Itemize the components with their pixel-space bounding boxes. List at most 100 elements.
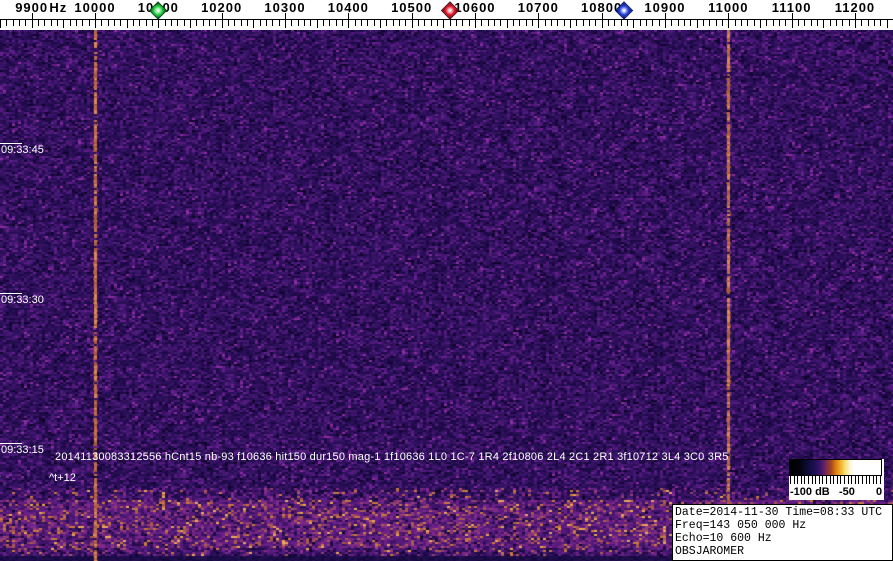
freq-tick xyxy=(665,13,666,28)
freq-tick xyxy=(304,19,305,26)
freq-tick xyxy=(443,19,444,28)
freq-tick xyxy=(19,19,20,26)
freq-tick xyxy=(747,19,748,26)
freq-tick xyxy=(678,19,679,26)
waterfall-display xyxy=(0,30,893,561)
freq-tick xyxy=(684,19,685,26)
freq-tick xyxy=(133,19,134,26)
freq-tick xyxy=(25,19,26,26)
freq-tick xyxy=(70,19,71,26)
freq-tick xyxy=(418,19,419,26)
freq-tick xyxy=(386,19,387,26)
freq-tick xyxy=(614,19,615,26)
time-label: 09:33:45 xyxy=(1,144,44,156)
db-color-legend: -100 dB-500 xyxy=(789,459,884,500)
freq-tick xyxy=(861,19,862,26)
freq-tick xyxy=(627,19,628,26)
freq-tick xyxy=(741,19,742,26)
freq-tick xyxy=(152,19,153,26)
freq-tick xyxy=(184,19,185,26)
freq-tick xyxy=(659,19,660,26)
db-tick xyxy=(858,476,859,484)
freq-tick xyxy=(279,19,280,26)
freq-tick xyxy=(101,19,102,26)
freq-tick xyxy=(291,19,292,26)
freq-tick xyxy=(754,19,755,26)
db-gradient-bar xyxy=(789,459,882,476)
freq-tick xyxy=(887,19,888,28)
info-line: Echo=10 600 Hz xyxy=(675,532,892,545)
db-tick xyxy=(801,476,802,484)
freq-tick xyxy=(323,19,324,26)
db-tick xyxy=(880,476,881,484)
freq-tick xyxy=(13,19,14,26)
freq-tick xyxy=(703,19,704,26)
time-label: 09:33:30 xyxy=(1,294,44,306)
freq-tick xyxy=(38,19,39,26)
freq-tick xyxy=(272,19,273,26)
freq-tick xyxy=(348,13,349,28)
freq-tick xyxy=(462,19,463,26)
freq-tick xyxy=(633,19,634,28)
freq-tick xyxy=(532,19,533,26)
freq-tick xyxy=(785,19,786,26)
freq-tick xyxy=(595,19,596,26)
freq-tick xyxy=(82,19,83,26)
freq-tick xyxy=(57,19,58,26)
time-label: 09:33:15 xyxy=(1,444,44,456)
freq-tick xyxy=(0,19,1,28)
freq-tick xyxy=(842,19,843,26)
edge-caret-mark: ^ xyxy=(0,470,1,484)
freq-tick xyxy=(526,19,527,26)
freq-tick xyxy=(63,19,64,28)
freq-tick xyxy=(779,19,780,26)
observation-info-box: Date=2014-11-30 Time=08:33 UTCFreq=143 0… xyxy=(672,504,893,561)
freq-tick xyxy=(709,19,710,26)
freq-tick xyxy=(139,19,140,26)
freq-tick xyxy=(127,19,128,28)
db-label: -50 xyxy=(839,486,855,498)
freq-tick xyxy=(488,19,489,26)
freq-tick xyxy=(557,19,558,26)
freq-tick xyxy=(608,19,609,26)
freq-tick xyxy=(329,19,330,26)
freq-tick xyxy=(437,19,438,26)
freq-tick xyxy=(266,19,267,26)
info-line: Freq=143 050 000 Hz xyxy=(675,519,892,532)
freq-tick xyxy=(823,19,824,28)
freq-tick xyxy=(247,19,248,26)
freq-tick xyxy=(165,19,166,26)
freq-tick xyxy=(190,19,191,28)
freq-tick xyxy=(804,19,805,26)
db-tick xyxy=(869,476,870,484)
db-label: 0 xyxy=(876,486,882,498)
freq-tick xyxy=(456,19,457,26)
freq-tick xyxy=(44,19,45,26)
freq-tick xyxy=(798,19,799,26)
db-tick xyxy=(866,476,867,484)
freq-tick xyxy=(735,19,736,26)
freq-tick xyxy=(640,19,641,26)
freq-tick xyxy=(234,19,235,26)
freq-tick xyxy=(507,19,508,28)
freq-tick xyxy=(564,19,565,26)
freq-tick xyxy=(222,13,223,28)
db-tick xyxy=(862,476,863,484)
freq-tick xyxy=(646,19,647,26)
freq-tick xyxy=(336,19,337,26)
freq-tick xyxy=(431,19,432,26)
freq-tick xyxy=(589,19,590,26)
freq-tick xyxy=(621,19,622,26)
freq-tick xyxy=(317,19,318,28)
db-tick xyxy=(822,476,823,484)
freq-tick xyxy=(95,13,96,28)
freq-tick xyxy=(367,19,368,26)
db-tick xyxy=(830,476,831,484)
freq-tick xyxy=(374,19,375,26)
freq-tick xyxy=(120,19,121,26)
freq-tick xyxy=(494,19,495,26)
frequency-scale: 9900Hz1000010100102001030010400105001060… xyxy=(0,0,893,30)
db-tick xyxy=(808,476,809,484)
freq-label-hz: Hz xyxy=(49,0,67,15)
freq-tick xyxy=(481,19,482,26)
